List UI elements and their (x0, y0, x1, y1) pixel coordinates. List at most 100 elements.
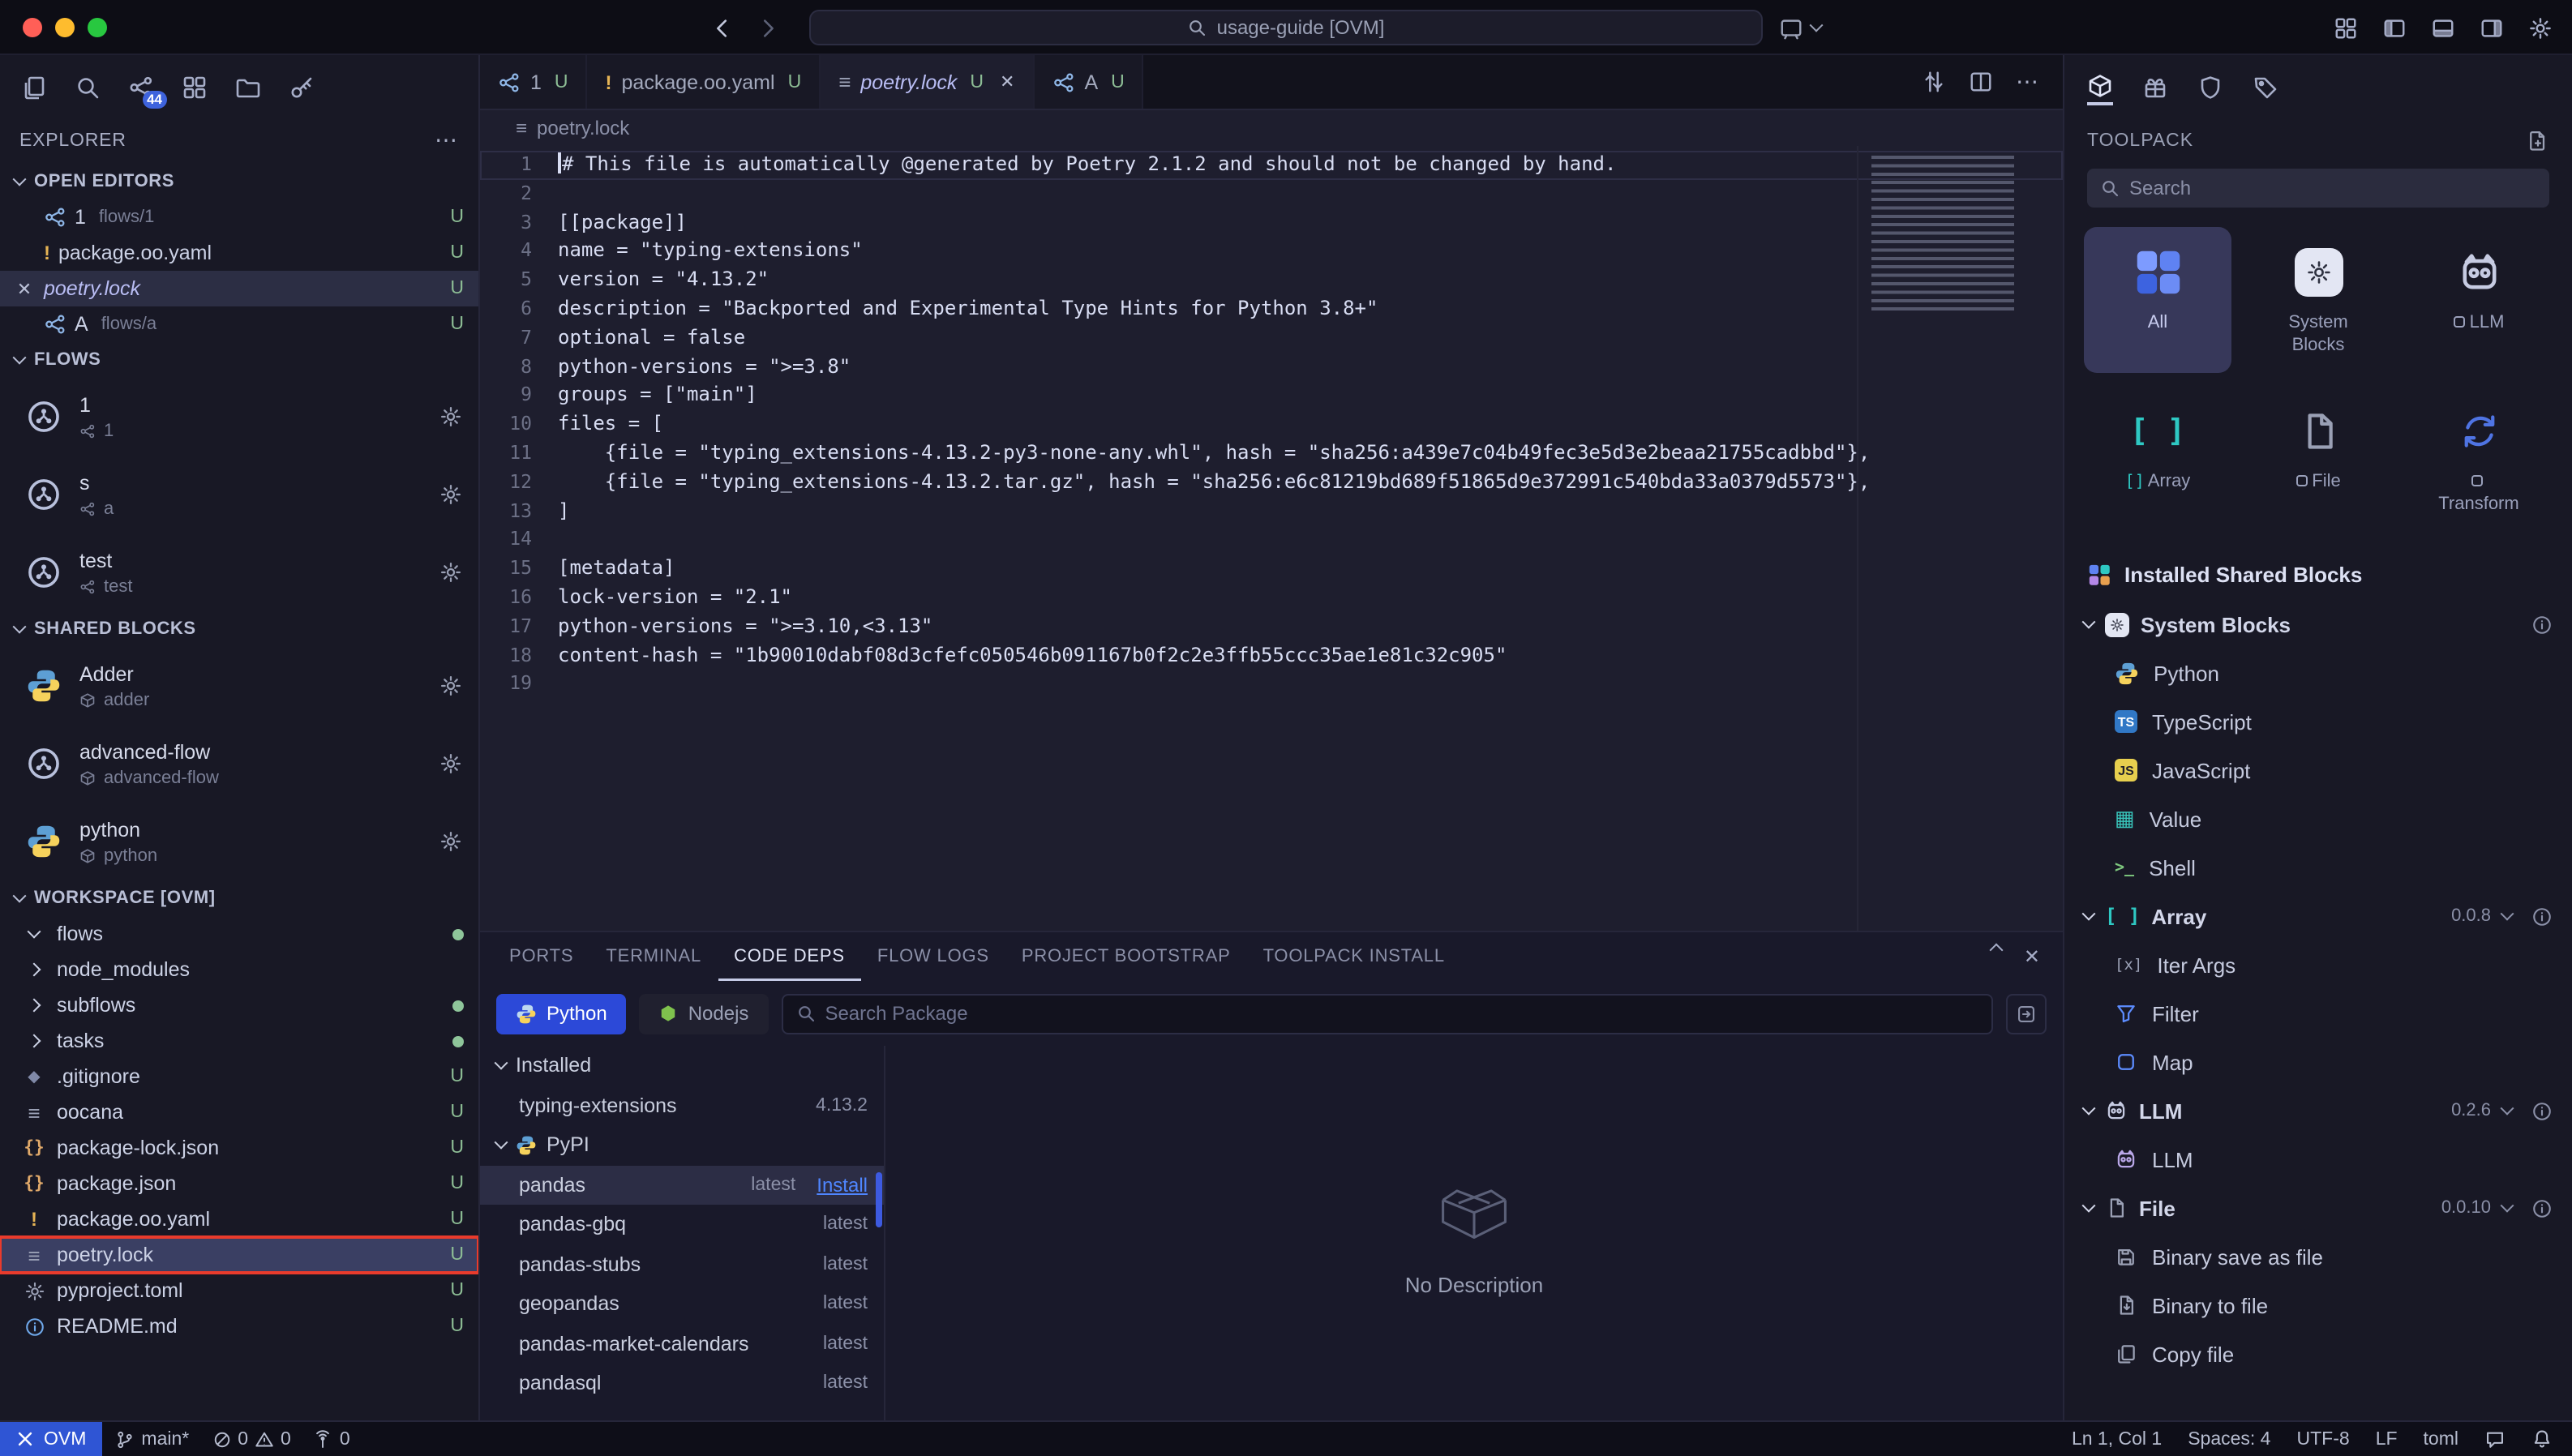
gift-icon[interactable] (2142, 75, 2168, 101)
shared-block-item[interactable]: advanced-flow advanced-flow (0, 725, 478, 803)
feedback-icon[interactable] (2484, 1428, 2506, 1450)
block-item-map[interactable]: Map (2064, 1038, 2572, 1086)
flow-settings-gear-icon[interactable] (439, 830, 462, 853)
block-item-value[interactable]: ▦ Value (2064, 794, 2572, 843)
panel-tab-toolpack-install[interactable]: TOOLPACK INSTALL (1247, 932, 1461, 981)
version-select-chevron[interactable] (2501, 1102, 2514, 1116)
indentation[interactable]: Spaces: 4 (2188, 1429, 2270, 1449)
close-editor-icon[interactable]: ✕ (13, 278, 36, 299)
files-icon[interactable] (21, 75, 47, 101)
info-icon[interactable] (2531, 906, 2553, 927)
flow-item[interactable]: 1 1 (0, 378, 478, 456)
close-panel-icon[interactable]: ✕ (2024, 945, 2040, 968)
section-workspace[interactable]: WORKSPACE [OVM] (0, 880, 478, 916)
package-row-pandas-market-calendars[interactable]: pandas-market-calendars latest (480, 1324, 884, 1364)
version-select-chevron[interactable] (2501, 1199, 2514, 1213)
eol-type[interactable]: LF (2376, 1429, 2398, 1449)
workspace-file-oocana[interactable]: ≡ oocana U (0, 1094, 478, 1130)
zoom-window-button[interactable] (88, 18, 107, 37)
command-center-search[interactable]: usage-guide [OVM] (809, 10, 1763, 45)
block-item-shell[interactable]: >_ Shell (2064, 843, 2572, 892)
toolpack-card-file[interactable]: File (2244, 385, 2392, 530)
shared-block-item[interactable]: python python (0, 803, 478, 880)
editor-tab-poetry.lock[interactable]: ≡ poetry.lock U ✕ (821, 55, 1034, 109)
block-group-system-blocks[interactable]: System Blocks (2064, 600, 2572, 649)
open-editor-item[interactable]: ! package.oo.yaml U (0, 235, 478, 271)
editor-tab-A[interactable]: A U (1034, 55, 1143, 109)
block-item-binary-save-as-file[interactable]: Binary save as file (2064, 1232, 2572, 1281)
info-icon[interactable] (2531, 1197, 2553, 1218)
block-item-iter-args[interactable]: [x] Iter Args (2064, 940, 2572, 989)
minimize-window-button[interactable] (55, 18, 75, 37)
nodejs-filter-button[interactable]: Nodejs (640, 993, 769, 1034)
block-group-llm[interactable]: LLM 0.2.6 (2064, 1086, 2572, 1135)
git-branch-status[interactable]: main* (105, 1429, 199, 1449)
search-icon[interactable] (75, 75, 101, 101)
package-row-pandas-stubs[interactable]: pandas-stubs latest (480, 1244, 884, 1284)
workspace-folder-node_modules[interactable]: node_modules (0, 952, 478, 987)
flow-settings-gear-icon[interactable] (439, 674, 462, 697)
open-editor-item[interactable]: ✕ poetry.lock U (0, 271, 478, 306)
workspace-folder-tasks[interactable]: tasks (0, 1023, 478, 1059)
remote-window-icon[interactable] (1779, 0, 1821, 55)
tag-icon[interactable] (2253, 75, 2278, 101)
blocks-view-icon[interactable] (182, 75, 208, 101)
flow-settings-gear-icon[interactable] (439, 405, 462, 428)
toolpack-card-system-blocks[interactable]: System Blocks (2244, 227, 2392, 372)
folder-icon[interactable] (235, 75, 261, 101)
package-row-pandas[interactable]: pandas latest Install (480, 1165, 884, 1205)
workspace-folder-flows[interactable]: flows (0, 916, 478, 952)
flows-view-icon[interactable]: 44 (128, 75, 154, 101)
workspace-folder-subflows[interactable]: subflows (0, 987, 478, 1023)
block-item-filter[interactable]: Filter (2064, 989, 2572, 1038)
flow-item[interactable]: s a (0, 456, 478, 533)
toolpack-card-transform[interactable]: Transform (2405, 385, 2553, 530)
flow-settings-gear-icon[interactable] (439, 561, 462, 584)
ports-status[interactable]: 0 (304, 1429, 360, 1449)
breadcrumb[interactable]: ≡ poetry.lock (480, 110, 2063, 146)
flow-settings-gear-icon[interactable] (439, 483, 462, 506)
panel-tab-terminal[interactable]: TERMINAL (589, 932, 718, 981)
flow-settings-gear-icon[interactable] (439, 752, 462, 775)
block-group-file[interactable]: File 0.0.10 (2064, 1184, 2572, 1232)
shield-icon[interactable] (2197, 75, 2223, 101)
close-window-button[interactable] (23, 18, 42, 37)
block-item-typescript[interactable]: TS TypeScript (2064, 697, 2572, 746)
toggle-panel-bottom-icon[interactable] (2431, 15, 2455, 40)
version-select-chevron[interactable] (2501, 907, 2514, 921)
toolpack-card-array[interactable]: [ ] []Array (2084, 385, 2231, 530)
notifications-bell-icon[interactable] (2531, 1428, 2553, 1450)
workspace-file-.gitignore[interactable]: ◆ .gitignore U (0, 1059, 478, 1094)
block-item-binary-to-file[interactable]: Binary to file (2064, 1281, 2572, 1330)
workspace-file-pyproject.toml[interactable]: pyproject.toml U (0, 1273, 478, 1308)
workspace-file-package.json[interactable]: {} package.json U (0, 1166, 478, 1201)
block-item-javascript[interactable]: JS JavaScript (2064, 746, 2572, 794)
settings-gear-icon[interactable] (2528, 15, 2553, 40)
cursor-position[interactable]: Ln 1, Col 1 (2072, 1429, 2162, 1449)
package-group-PyPI[interactable]: PyPI (480, 1125, 884, 1165)
toolpack-view-icon[interactable] (2087, 73, 2113, 102)
forward-button[interactable] (756, 0, 780, 55)
code-editor[interactable]: 1 # This file is automatically @generate… (480, 146, 2063, 931)
info-icon[interactable] (2531, 1100, 2553, 1121)
workspace-file-README.md[interactable]: README.md U (0, 1308, 478, 1344)
flow-item[interactable]: test test (0, 533, 478, 611)
toolpack-card-all[interactable]: All (2084, 227, 2231, 372)
package-search-input[interactable] (825, 1002, 1978, 1025)
section-open-editors[interactable]: OPEN EDITORS (0, 164, 478, 199)
section-shared-blocks[interactable]: SHARED BLOCKS (0, 611, 478, 647)
package-row-geopandas[interactable]: geopandas latest (480, 1284, 884, 1324)
toggle-panel-left-icon[interactable] (2382, 15, 2407, 40)
split-editor-icon[interactable] (1969, 70, 1993, 94)
maximize-panel-icon[interactable] (1989, 944, 2003, 957)
block-group-array[interactable]: [ ] Array 0.0.8 (2064, 892, 2572, 940)
block-item-llm[interactable]: LLM (2064, 1135, 2572, 1184)
block-item-copy-file[interactable]: Copy file (2064, 1330, 2572, 1378)
language-mode[interactable]: toml (2424, 1429, 2458, 1449)
open-editor-item[interactable]: 1 flows/1 U (0, 199, 478, 235)
panel-tab-ports[interactable]: PORTS (493, 932, 589, 981)
workspace-file-package.oo.yaml[interactable]: ! package.oo.yaml U (0, 1201, 478, 1237)
package-row-pandas-gbq[interactable]: pandas-gbq latest (480, 1205, 884, 1244)
compare-icon[interactable] (1922, 70, 1946, 94)
section-flows[interactable]: FLOWS (0, 342, 478, 378)
